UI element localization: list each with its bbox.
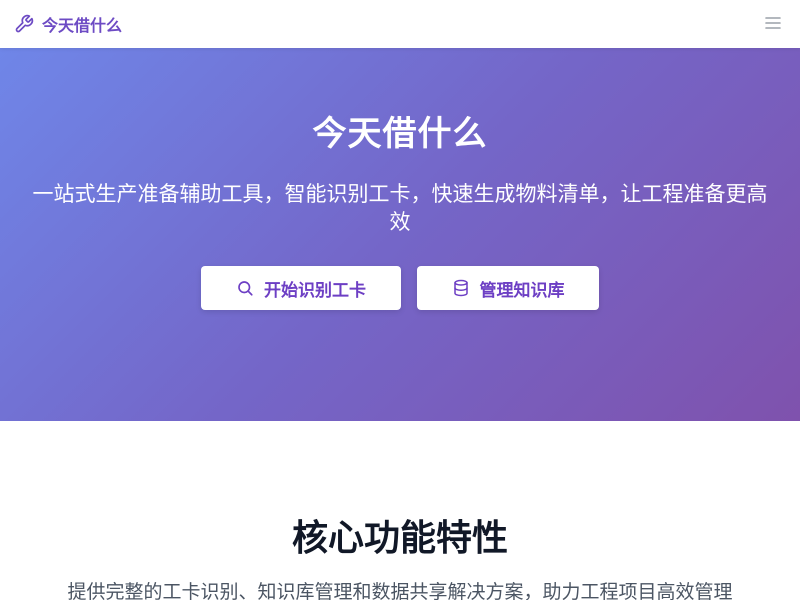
hero-title: 今天借什么: [312, 114, 488, 154]
manage-knowledge-base-button[interactable]: 管理知识库: [417, 266, 599, 310]
brand-link[interactable]: 今天借什么: [14, 12, 122, 36]
hero-subtitle: 一站式生产准备辅助工具，智能识别工卡，快速生成物料清单，让工程准备更高效: [32, 182, 768, 234]
search-icon: [236, 279, 254, 297]
brand-name: 今天借什么: [42, 16, 123, 35]
features-title: 核心功能特性: [291, 518, 508, 559]
hamburger-menu-button[interactable]: [760, 11, 786, 37]
features-subtitle: 提供完整的工卡识别、知识库管理和数据共享解决方案，助力工程项目高效管理: [67, 581, 733, 600]
top-navbar: 今天借什么: [0, 0, 800, 48]
hero-section: 今天借什么 一站式生产准备辅助工具，智能识别工卡，快速生成物料清单，让工程准备更…: [0, 48, 800, 421]
manage-knowledge-base-label: 管理知识库: [479, 280, 565, 300]
start-recognition-label: 开始识别工卡: [264, 280, 366, 300]
features-section: 核心功能特性 提供完整的工卡识别、知识库管理和数据共享解决方案，助力工程项目高效…: [0, 421, 800, 600]
database-icon: [452, 279, 470, 297]
wrench-icon: [14, 14, 34, 34]
start-recognition-button[interactable]: 开始识别工卡: [201, 266, 401, 310]
hero-actions: 开始识别工卡 管理知识库: [201, 266, 599, 310]
hamburger-menu-icon: [765, 16, 781, 33]
